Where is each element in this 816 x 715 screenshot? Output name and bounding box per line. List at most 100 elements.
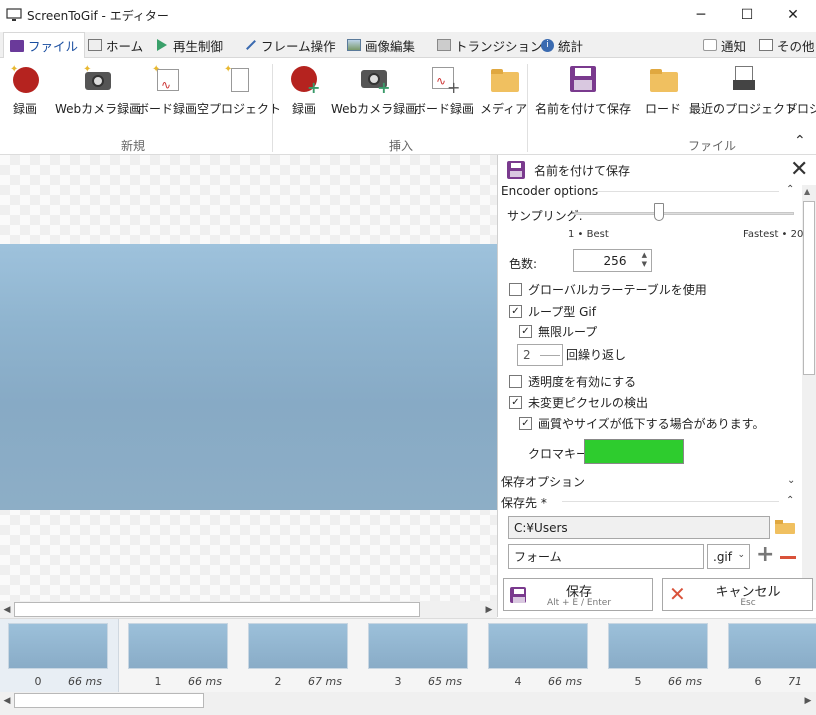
scroll-right-icon[interactable]: ▶ (482, 601, 496, 618)
window-icon (759, 39, 773, 51)
sampling-max-label: Fastest • 20 (743, 229, 804, 240)
scrollbar-thumb[interactable] (14, 693, 204, 708)
tab-home[interactable]: ホーム (88, 32, 143, 58)
close-panel-icon[interactable]: ✕ (790, 157, 808, 182)
new-board-button[interactable]: ∿ ✦ ボード録画 (137, 64, 197, 117)
floppy-icon (568, 64, 598, 94)
infinite-loop-checkbox[interactable]: ✓ 無限ループ (519, 323, 597, 340)
frame-number: 0 (34, 675, 42, 688)
detect-unchanged-checkbox[interactable]: ✓ 未変更ピクセルの検出 (509, 394, 648, 411)
frame-thumbnail[interactable]: 2 67 ms (248, 623, 352, 689)
frame-thumbnail[interactable]: 6 71 m (728, 623, 816, 689)
checkbox-label: グローバルカラーテーブルを使用 (528, 283, 707, 297)
scrollbar-thumb[interactable] (14, 602, 420, 617)
chroma-key-color[interactable] (584, 439, 684, 464)
other-button[interactable]: その他 (759, 32, 815, 58)
checkbox-box[interactable] (509, 283, 522, 296)
panel-vertical-scrollbar[interactable]: ▲ ▼ (802, 185, 816, 600)
save-options-header[interactable]: 保存オプション (501, 473, 585, 490)
app-icon (6, 8, 22, 21)
tab-label: ホーム (106, 38, 144, 54)
repeat-value: 2 (523, 348, 531, 362)
collapse-chevron-icon[interactable]: ⌃ (786, 184, 794, 195)
frames-horizontal-scrollbar[interactable]: ◀ ▶ (0, 692, 816, 709)
tab-transitions[interactable]: トランジション (437, 32, 543, 58)
cancel-button[interactable]: ✕ キャンセル Esc (662, 578, 813, 611)
checkbox-box[interactable] (509, 375, 522, 388)
loop-gif-checkbox[interactable]: ✓ ループ型 Gif (509, 303, 596, 320)
frame-thumbnail[interactable]: 1 66 ms (128, 623, 232, 689)
new-recording-button[interactable]: ✦ 録画 (10, 64, 40, 117)
expand-chevron-icon[interactable]: ⌄ (787, 475, 795, 486)
chroma-key-label: クロマキー: (528, 447, 593, 461)
button-label: 最近のプロジェクト (689, 102, 798, 116)
scroll-left-icon[interactable]: ◀ (0, 601, 14, 618)
insert-media-button[interactable]: メディア (480, 64, 527, 117)
maximize-button[interactable]: ☐ (724, 0, 770, 30)
frame-image (248, 623, 348, 669)
sampling-slider-track[interactable] (574, 212, 794, 215)
scroll-up-icon[interactable]: ▲ (804, 187, 810, 196)
frame-number: 3 (394, 675, 402, 688)
quality-warning-checkbox[interactable]: ✓ 画質やサイズが低下する場合があります。 (519, 415, 764, 432)
group-label-insert: 挿入 (389, 139, 414, 153)
checkbox-box[interactable]: ✓ (519, 325, 532, 338)
checkbox-box[interactable]: ✓ (509, 305, 522, 318)
project-button[interactable]: プロジ (785, 64, 816, 117)
save-as-button[interactable]: 名前を付けて保存 (535, 64, 631, 117)
frame-thumbnail[interactable]: 5 66 ms (608, 623, 712, 689)
scroll-right-icon[interactable]: ▶ (801, 692, 815, 709)
repeat-count-field[interactable]: 2 (517, 344, 563, 366)
tab-image[interactable]: 画像編集 (347, 32, 415, 58)
scrollbar-thumb[interactable] (803, 201, 815, 375)
status-bar (0, 709, 816, 715)
frame-number: 5 (634, 675, 642, 688)
tab-label: 統計 (558, 38, 584, 54)
global-color-table-checkbox[interactable]: グローバルカラーテーブルを使用 (509, 281, 707, 298)
frame-thumbnail[interactable]: 4 66 ms (488, 623, 592, 689)
insert-board-button[interactable]: ∿ + ボード録画 (414, 64, 474, 117)
notifications-button[interactable]: 通知 (703, 32, 746, 58)
frame-thumbnail[interactable]: 3 65 ms (368, 623, 472, 689)
frame-thumbnail[interactable]: 0 66 ms (8, 623, 112, 689)
insert-webcam-button[interactable]: + Webカメラ録画 (331, 64, 417, 117)
filename-field[interactable]: フォーム (508, 544, 704, 569)
sampling-slider-thumb[interactable] (653, 203, 664, 221)
new-empty-project-button[interactable]: ✦ 空プロジェクト (197, 64, 281, 117)
tab-label: 画像編集 (365, 38, 416, 54)
tab-frames[interactable]: フレーム操作 (245, 32, 336, 58)
scroll-left-icon[interactable]: ◀ (0, 692, 14, 709)
tab-playback[interactable]: 再生制御 (157, 32, 223, 58)
recent-projects-button[interactable]: 最近のプロジェクト (689, 64, 797, 117)
checkbox-box[interactable]: ✓ (519, 417, 532, 430)
remove-preset-icon[interactable] (780, 556, 796, 559)
frame-delay: 66 ms (668, 675, 702, 688)
checkbox-box[interactable]: ✓ (509, 396, 522, 409)
frame-image (8, 623, 108, 669)
tab-stats[interactable]: i 統計 (541, 32, 583, 58)
collapse-chevron-icon[interactable]: ⌃ (786, 495, 794, 506)
browse-folder-icon[interactable] (775, 520, 795, 534)
canvas-horizontal-scrollbar[interactable]: ◀ ▶ (0, 601, 497, 618)
frame-number: 1 (154, 675, 162, 688)
save-button[interactable]: 保存 Alt + E / Enter (503, 578, 653, 611)
divider (591, 191, 779, 192)
transparency-checkbox[interactable]: 透明度を有効にする (509, 373, 636, 390)
stepper-arrows-icon[interactable]: ▲ ▼ (642, 251, 647, 269)
encoder-options-header[interactable]: Encoder options (501, 184, 598, 198)
insert-recording-button[interactable]: + 録画 (289, 64, 320, 117)
colors-stepper[interactable]: 256 ▲ ▼ (573, 249, 652, 272)
tab-file[interactable]: ファイル (3, 32, 86, 59)
checkbox-label: 画質やサイズが低下する場合があります。 (538, 417, 765, 431)
new-webcam-button[interactable]: ✦ Webカメラ録画 (55, 64, 141, 117)
save-as-panel: 名前を付けて保存 ✕ ▲ ▼ Encoder options ⌃ サンプリング:… (497, 155, 816, 617)
save-path-field[interactable]: C:¥Users (508, 516, 770, 539)
frame-delay: 65 ms (428, 675, 462, 688)
collapse-ribbon-icon[interactable]: ⌃ (794, 133, 806, 149)
extension-select[interactable]: .gif ⌄ (707, 544, 750, 569)
close-window-button[interactable]: ✕ (770, 0, 816, 30)
minimize-button[interactable]: ─ (678, 0, 724, 30)
checkbox-label: ループ型 Gif (528, 305, 596, 319)
add-preset-icon[interactable]: + (756, 544, 774, 566)
load-button[interactable]: ロード (645, 64, 681, 117)
